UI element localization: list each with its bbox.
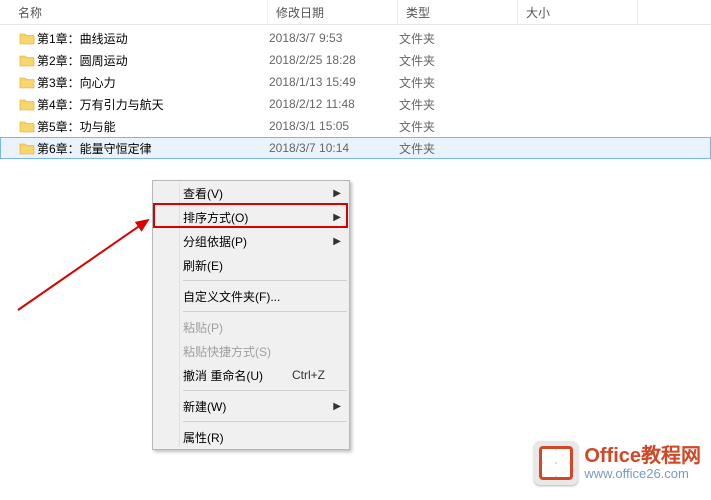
menu-label: 粘贴(P) bbox=[183, 319, 223, 336]
menu-label: 粘贴快捷方式(S) bbox=[183, 343, 271, 360]
menu-separator bbox=[183, 390, 347, 391]
file-type: 文件夹 bbox=[399, 30, 519, 47]
watermark: Office教程网 www.office26.com bbox=[534, 441, 701, 485]
watermark-url: www.office26.com bbox=[584, 466, 701, 481]
file-type: 文件夹 bbox=[399, 118, 519, 135]
menu-label: 排序方式(O) bbox=[183, 209, 248, 226]
file-row[interactable]: 第5章：功与能2018/3/1 15:05文件夹 bbox=[0, 115, 711, 137]
folder-icon bbox=[19, 32, 37, 45]
menu-undo-rename[interactable]: 撤消 重命名(U) Ctrl+Z bbox=[153, 363, 349, 387]
menu-sort[interactable]: 排序方式(O) ▶ bbox=[153, 205, 349, 229]
menu-view[interactable]: 查看(V) ▶ bbox=[153, 181, 349, 205]
file-name: 第5章：功与能 bbox=[37, 118, 269, 135]
menu-label: 属性(R) bbox=[183, 429, 224, 446]
submenu-arrow-icon: ▶ bbox=[333, 188, 341, 199]
menu-separator bbox=[183, 311, 347, 312]
menu-label: 刷新(E) bbox=[183, 257, 223, 274]
menu-refresh[interactable]: 刷新(E) bbox=[153, 253, 349, 277]
menu-label: 新建(W) bbox=[183, 398, 226, 415]
file-name: 第3章：向心力 bbox=[37, 74, 269, 91]
column-header-type[interactable]: 类型 bbox=[398, 0, 518, 24]
menu-separator bbox=[183, 280, 347, 281]
menu-new[interactable]: 新建(W) ▶ bbox=[153, 394, 349, 418]
menu-properties[interactable]: 属性(R) bbox=[153, 425, 349, 449]
submenu-arrow-icon: ▶ bbox=[333, 401, 341, 412]
file-name: 第2章：圆周运动 bbox=[37, 52, 269, 69]
menu-label: 分组依据(P) bbox=[183, 233, 247, 250]
menu-group[interactable]: 分组依据(P) ▶ bbox=[153, 229, 349, 253]
folder-icon bbox=[19, 98, 37, 111]
file-row[interactable]: 第1章：曲线运动2018/3/7 9:53文件夹 bbox=[0, 27, 711, 49]
file-list: 第1章：曲线运动2018/3/7 9:53文件夹第2章：圆周运动2018/2/2… bbox=[0, 25, 711, 161]
file-type: 文件夹 bbox=[399, 52, 519, 69]
annotation-arrow-icon bbox=[8, 210, 168, 330]
context-menu: 查看(V) ▶ 排序方式(O) ▶ 分组依据(P) ▶ 刷新(E) 自定义文件夹(F)… bbox=[152, 180, 350, 450]
folder-icon bbox=[19, 76, 37, 89]
file-type: 文件夹 bbox=[399, 96, 519, 113]
file-date: 2018/2/25 18:28 bbox=[269, 53, 399, 67]
menu-customize-folder[interactable]: 自定义文件夹(F)... bbox=[153, 284, 349, 308]
folder-icon bbox=[19, 142, 37, 155]
file-type: 文件夹 bbox=[399, 74, 519, 91]
menu-label: 自定义文件夹(F)... bbox=[183, 288, 280, 305]
file-row[interactable]: 第6章：能量守恒定律2018/3/7 10:14文件夹 bbox=[0, 137, 711, 159]
submenu-arrow-icon: ▶ bbox=[333, 236, 341, 247]
menu-label: 查看(V) bbox=[183, 185, 223, 202]
folder-icon bbox=[19, 120, 37, 133]
file-date: 2018/2/12 11:48 bbox=[269, 97, 399, 111]
file-name: 第6章：能量守恒定律 bbox=[37, 140, 269, 157]
watermark-logo-icon bbox=[534, 441, 578, 485]
file-type: 文件夹 bbox=[399, 140, 519, 157]
folder-icon bbox=[19, 54, 37, 67]
submenu-arrow-icon: ▶ bbox=[333, 212, 341, 223]
menu-label: 撤消 重命名(U) bbox=[183, 367, 263, 384]
column-header-row: 名称 修改日期 类型 大小 bbox=[0, 0, 711, 25]
menu-paste-shortcut: 粘贴快捷方式(S) bbox=[153, 339, 349, 363]
file-row[interactable]: 第4章：万有引力与航天2018/2/12 11:48文件夹 bbox=[0, 93, 711, 115]
file-date: 2018/3/7 10:14 bbox=[269, 141, 399, 155]
file-row[interactable]: 第3章：向心力2018/1/13 15:49文件夹 bbox=[0, 71, 711, 93]
menu-shortcut: Ctrl+Z bbox=[292, 368, 325, 382]
menu-separator bbox=[183, 421, 347, 422]
file-row[interactable]: 第2章：圆周运动2018/2/25 18:28文件夹 bbox=[0, 49, 711, 71]
file-date: 2018/3/7 9:53 bbox=[269, 31, 399, 45]
file-name: 第1章：曲线运动 bbox=[37, 30, 269, 47]
menu-paste: 粘贴(P) bbox=[153, 315, 349, 339]
column-header-date[interactable]: 修改日期 bbox=[268, 0, 398, 24]
column-header-size[interactable]: 大小 bbox=[518, 0, 638, 24]
file-date: 2018/1/13 15:49 bbox=[269, 75, 399, 89]
file-name: 第4章：万有引力与航天 bbox=[37, 96, 269, 113]
watermark-title: Office教程网 bbox=[584, 446, 701, 466]
file-date: 2018/3/1 15:05 bbox=[269, 119, 399, 133]
column-header-name[interactable]: 名称 bbox=[0, 0, 268, 24]
